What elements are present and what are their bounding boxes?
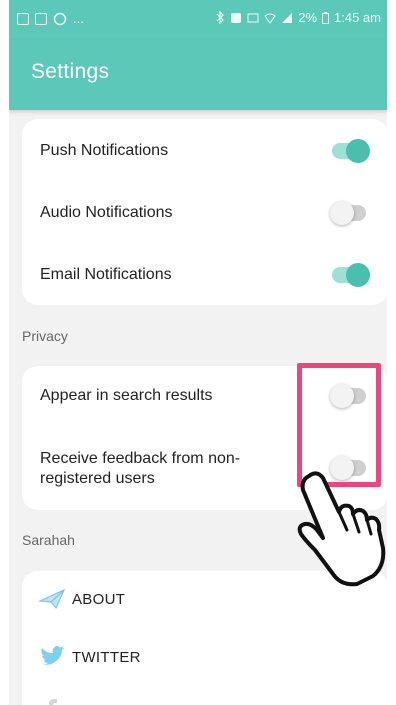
pointing-hand-icon <box>297 471 386 587</box>
whatsapp-icon <box>53 12 67 25</box>
twitter-link[interactable]: TWITTER <box>22 643 387 673</box>
receive-feedback-line1: Receive feedback from non- <box>40 450 241 467</box>
appear-in-search-label: Appear in search results <box>40 387 213 404</box>
email-notifications-toggle[interactable] <box>332 263 370 287</box>
toggle-knob <box>346 263 370 287</box>
bluetooth-icon <box>216 11 225 24</box>
status-right-icons: 2% 1:45 am <box>216 10 381 25</box>
email-notifications-label: Email Notifications <box>40 266 172 283</box>
page-title: Settings <box>31 60 110 83</box>
app-bar: Settings <box>9 40 387 110</box>
image-icon <box>17 12 29 25</box>
toggle-knob <box>346 139 370 163</box>
audio-notifications-label: Audio Notifications <box>40 204 173 221</box>
about-label: ABOUT <box>72 591 126 608</box>
next-link[interactable] <box>22 697 387 705</box>
status-time: 1:45 am <box>334 10 381 25</box>
push-notifications-label: Push Notifications <box>40 142 169 159</box>
notifications-card: Push Notifications Audio Notifications E… <box>22 119 387 305</box>
nfc-icon <box>231 12 242 23</box>
wifi-icon <box>264 13 276 24</box>
privacy-section-label: Privacy <box>22 328 68 344</box>
push-notifications-toggle[interactable] <box>332 139 370 163</box>
paper-plane-icon <box>38 588 66 610</box>
battery-percent: 2% <box>298 10 318 25</box>
push-notifications-row[interactable]: Push Notifications <box>22 133 387 169</box>
settings-screen: ... 2% 1:45 am Settings Push Notificatio… <box>9 0 387 705</box>
toggle-knob <box>330 201 354 225</box>
sarahah-section-label: Sarahah <box>22 532 75 548</box>
audio-notifications-row[interactable]: Audio Notifications <box>22 195 387 231</box>
gallery-icon <box>35 12 47 25</box>
twitter-icon <box>41 646 65 665</box>
signal-icon <box>282 12 293 23</box>
about-link[interactable]: ABOUT <box>22 585 387 615</box>
status-ellipsis: ... <box>73 11 84 26</box>
facebook-icon <box>49 699 57 705</box>
audio-notifications-toggle[interactable] <box>330 201 366 225</box>
receive-feedback-line2: registered users <box>40 470 155 487</box>
receive-feedback-label: Receive feedback from non- registered us… <box>40 449 240 489</box>
email-notifications-row[interactable]: Email Notifications <box>22 257 387 293</box>
volte-icon <box>247 13 259 22</box>
battery-icon <box>322 11 330 24</box>
status-left-icons: ... <box>17 11 84 26</box>
twitter-label: TWITTER <box>72 649 141 666</box>
sarahah-card: ABOUT TWITTER <box>22 571 387 705</box>
status-bar: ... 2% 1:45 am <box>9 0 387 40</box>
